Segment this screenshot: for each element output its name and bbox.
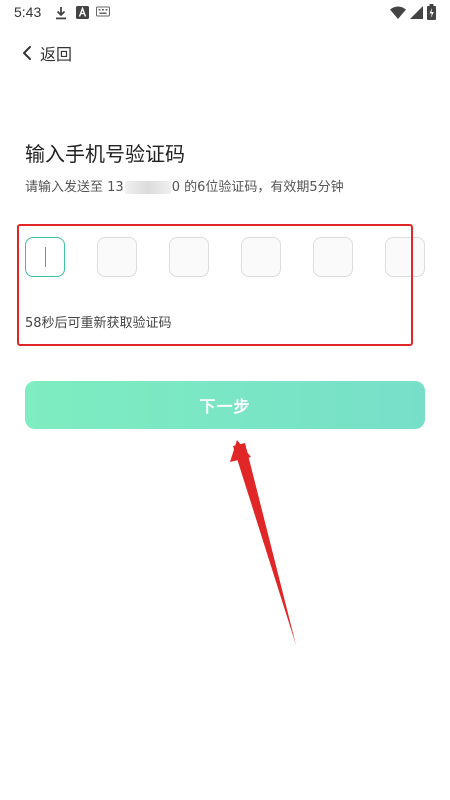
annotation-arrow-icon xyxy=(230,440,296,645)
